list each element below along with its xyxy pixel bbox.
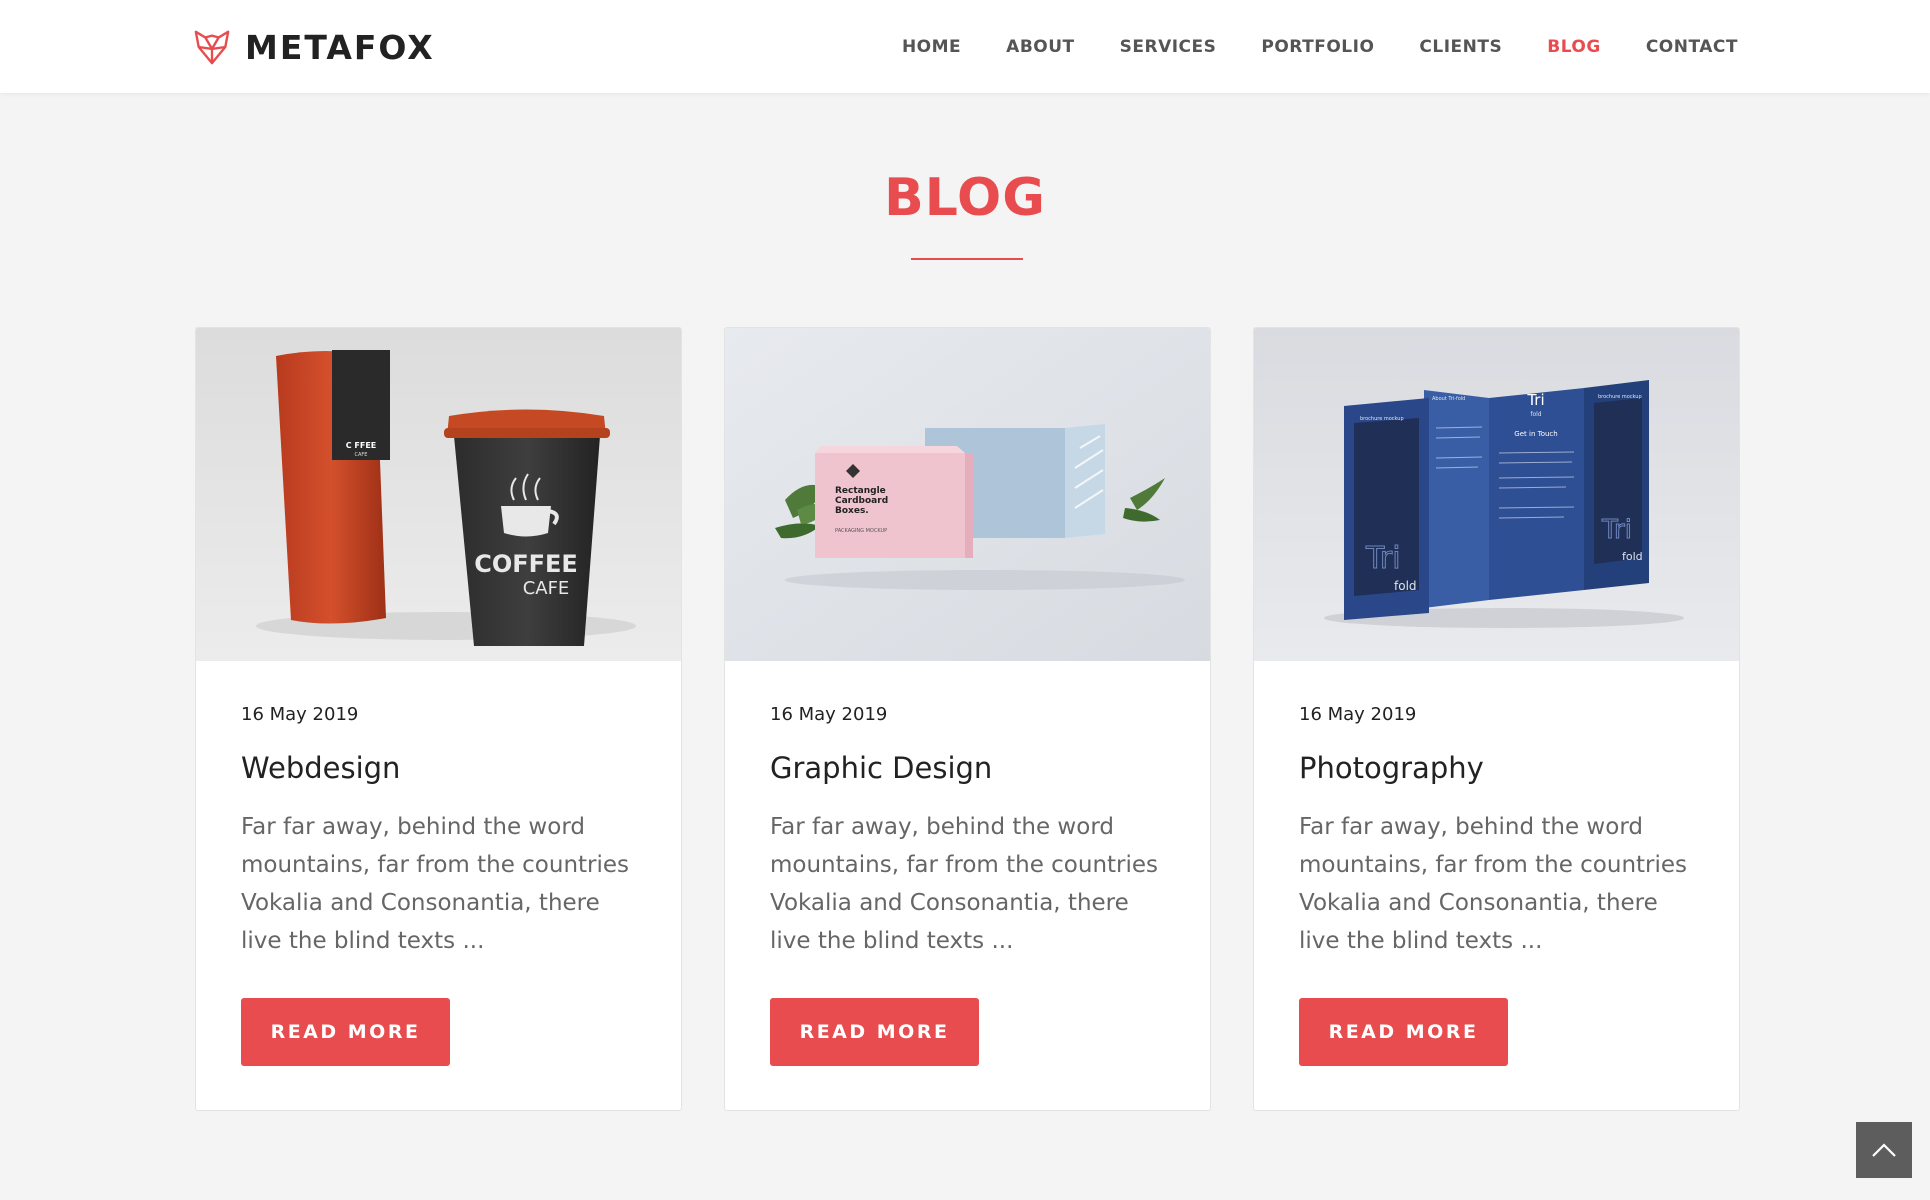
post-date: 16 May 2019 [770, 704, 888, 725]
brand-name: METAFOX [245, 27, 435, 67]
bag-label-top: C FFEE [346, 441, 377, 450]
brochure-right-label: brochure mockup [1598, 394, 1642, 400]
fox-head-icon [194, 30, 230, 65]
nav-blog[interactable]: BLOG [1547, 37, 1601, 57]
brand-logo[interactable]: METAFOX [193, 26, 435, 68]
svg-text:fold: fold [1394, 579, 1417, 593]
section-title: BLOG [884, 168, 1046, 228]
nav-contact[interactable]: CONTACT [1646, 37, 1738, 57]
site-header: METAFOX HOME ABOUT SERVICES PORTFOLIO CL… [0, 0, 1930, 93]
nav-about[interactable]: ABOUT [1006, 37, 1074, 57]
brochure-left-label: brochure mockup [1360, 416, 1404, 422]
svg-text:fold: fold [1622, 550, 1643, 563]
nav-services[interactable]: SERVICES [1120, 37, 1217, 57]
post-image-coffee[interactable]: C FFEE CAFE COFFEE CAFE [196, 328, 681, 661]
nav-home[interactable]: HOME [902, 37, 961, 57]
read-more-button[interactable]: READ MORE [1299, 998, 1508, 1066]
title-divider [911, 258, 1023, 260]
cup-label-top: COFFEE [474, 550, 578, 578]
brochure-about: About Tri-fold [1432, 396, 1465, 402]
post-title[interactable]: Graphic Design [770, 751, 992, 785]
brochure-fold: fold [1530, 411, 1541, 418]
read-more-button[interactable]: READ MORE [241, 998, 450, 1066]
post-image-brochure[interactable]: Tri fold Get in Touch About Tri-fold bro… [1254, 328, 1739, 661]
post-date: 16 May 2019 [1299, 704, 1417, 725]
post-image-boxes[interactable]: Rectangle Cardboard Boxes. PACKAGING MOC… [725, 328, 1210, 661]
brochure-heading: Get in Touch [1514, 430, 1557, 438]
coffee-mockup-illustration: C FFEE CAFE COFFEE CAFE [196, 328, 681, 661]
svg-text:Tri: Tri [1601, 515, 1632, 545]
box-label-3: Boxes. [835, 506, 869, 516]
cup-label-bottom: CAFE [523, 578, 570, 599]
brochure-mockup-illustration: Tri fold Get in Touch About Tri-fold bro… [1254, 328, 1739, 661]
box-label-1: Rectangle [835, 486, 886, 496]
nav-clients[interactable]: CLIENTS [1419, 37, 1502, 57]
nav-portfolio[interactable]: PORTFOLIO [1261, 37, 1374, 57]
box-label-2: Cardboard [835, 496, 888, 506]
post-excerpt: Far far away, behind the word mountains,… [241, 814, 630, 954]
post-excerpt: Far far away, behind the word mountains,… [1299, 814, 1688, 954]
read-more-button[interactable]: READ MORE [770, 998, 979, 1066]
post-title[interactable]: Photography [1299, 751, 1484, 785]
brochure-title: Tri [1526, 391, 1544, 409]
blog-card: Rectangle Cardboard Boxes. PACKAGING MOC… [724, 327, 1211, 1111]
blog-card: Tri fold Get in Touch About Tri-fold bro… [1253, 327, 1740, 1111]
post-title[interactable]: Webdesign [241, 751, 400, 785]
boxes-mockup-illustration: Rectangle Cardboard Boxes. PACKAGING MOC… [725, 328, 1210, 661]
back-to-top-button[interactable] [1856, 1122, 1912, 1178]
post-excerpt: Far far away, behind the word mountains,… [770, 814, 1159, 954]
box-sub-label: PACKAGING MOCKUP [835, 528, 887, 534]
main-nav: HOME ABOUT SERVICES PORTFOLIO CLIENTS BL… [857, 0, 1738, 93]
blog-card: C FFEE CAFE COFFEE CAFE 16 May 2019 Webd… [195, 327, 682, 1111]
chevron-up-icon [1872, 1143, 1896, 1157]
post-date: 16 May 2019 [241, 704, 359, 725]
bag-label-bottom: CAFE [355, 452, 368, 458]
svg-text:Tri: Tri [1365, 541, 1401, 576]
